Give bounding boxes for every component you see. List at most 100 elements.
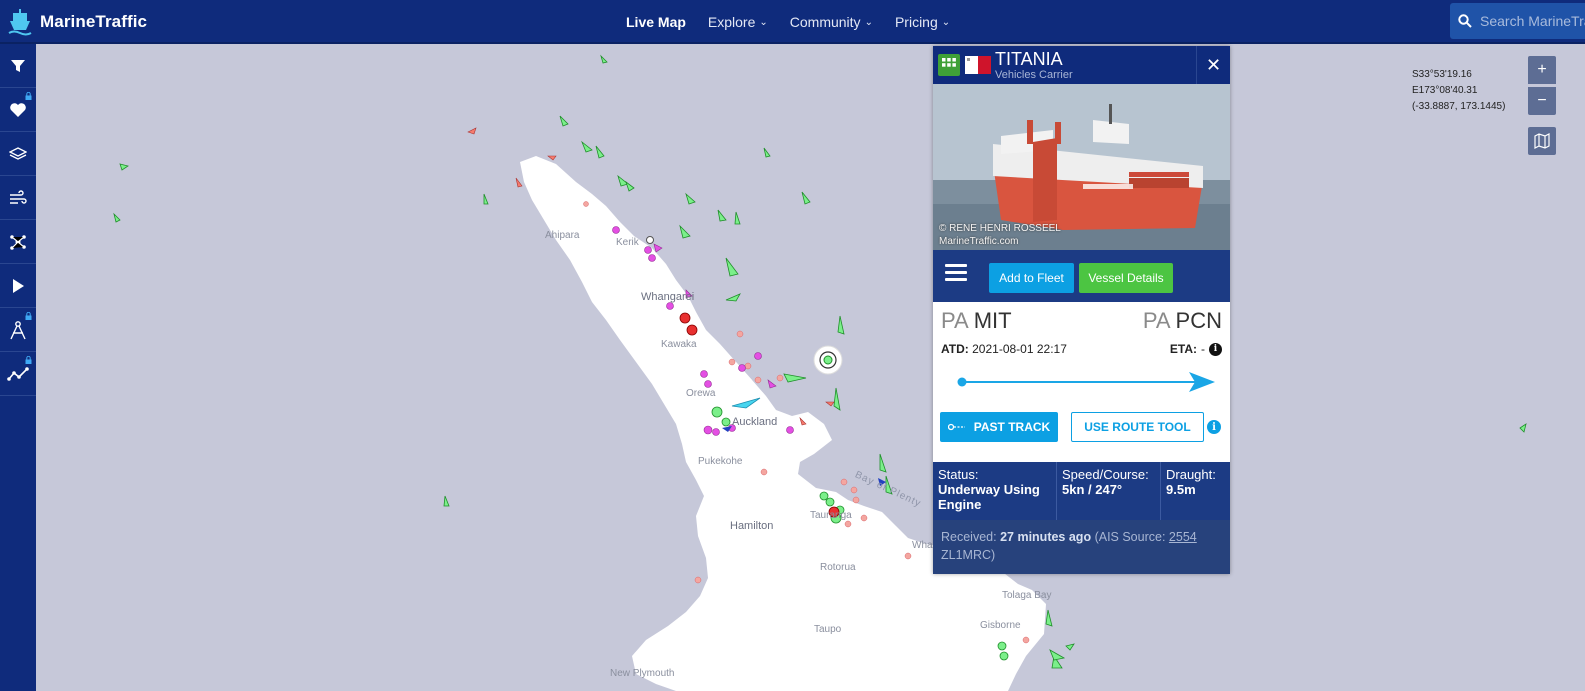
place-label: Orewa — [686, 388, 716, 399]
vessel-photo[interactable]: © RENE HENRI ROSSEEL MarineTraffic.com — [933, 84, 1230, 250]
photo-credit-site: MarineTraffic.com — [939, 236, 1019, 247]
cursor-coordinates: S33°53'19.16 E173°08'40.31 (-33.8887, 17… — [1412, 67, 1505, 115]
departure-port-code: MIT — [973, 308, 1012, 333]
place-label: New Plymouth — [610, 668, 675, 679]
sidebar-route-button[interactable] — [0, 352, 36, 396]
zoom-out-button[interactable]: − — [1528, 87, 1556, 115]
received-value: 27 minutes ago — [1000, 530, 1092, 544]
photo-credit: © RENE HENRI ROSSEEL MarineTraffic.com — [939, 222, 1061, 248]
sidebar-fleet-button[interactable] — [0, 88, 36, 132]
live-map[interactable]: Ahipara Kerik Whangarei Kawaka Orewa Auc… — [36, 44, 1585, 691]
atd-label: ATD: — [941, 342, 969, 356]
route-icon — [7, 366, 29, 381]
place-label: Tolaga Bay — [1002, 590, 1052, 601]
filter-icon — [11, 59, 25, 72]
vessel-menu-button[interactable] — [938, 54, 960, 76]
vessel-panel-header: TITANIA Vehicles Carrier ✕ — [933, 46, 1230, 84]
left-toolbar — [0, 44, 36, 691]
use-route-tool-button[interactable]: USE ROUTE TOOL — [1071, 412, 1204, 442]
draught-value: 9.5m — [1166, 482, 1196, 497]
map-type-button[interactable] — [1528, 127, 1556, 155]
speed-value: 5kn / 247° — [1062, 482, 1123, 497]
arrival-port-code: PCN — [1175, 308, 1222, 333]
chevron-down-icon: ⌄ — [759, 16, 768, 28]
vessel-name: TITANIA — [995, 49, 1063, 69]
sidebar-filter-button[interactable] — [0, 44, 36, 88]
nav-explore[interactable]: Explore ⌄ — [708, 14, 768, 30]
vessel-info-panel: TITANIA Vehicles Carrier ✕ © RENE HENRI … — [933, 46, 1230, 574]
place-label: Auckland — [732, 416, 778, 428]
vessel-type: Vehicles Carrier — [995, 69, 1073, 81]
nav-community[interactable]: Community ⌄ — [790, 14, 873, 30]
search-input[interactable] — [1480, 13, 1585, 29]
voyage-progress — [957, 372, 1215, 392]
nav-live-map-label: Live Map — [626, 14, 686, 30]
sidebar-measure-button[interactable] — [0, 308, 36, 352]
search-box — [1450, 3, 1585, 39]
measure-icon — [10, 320, 26, 339]
received-label: Received: — [941, 530, 997, 544]
map-icon — [1534, 133, 1550, 149]
draught-stat: Draught: 9.5m — [1161, 462, 1230, 520]
received-info: Received: 27 minutes ago (AIS Source: 25… — [933, 520, 1230, 574]
place-label: Whangarei — [641, 291, 695, 303]
arrival-country: PA — [1142, 308, 1171, 333]
place-label: Gisborne — [980, 620, 1021, 631]
past-track-button[interactable]: PAST TRACK — [940, 412, 1058, 442]
vessel-actions-bar: Add to Fleet Vessel Details — [933, 250, 1230, 302]
logo[interactable]: MarineTraffic — [4, 6, 147, 38]
info-icon[interactable]: i — [1209, 342, 1222, 356]
lock-icon — [25, 356, 32, 364]
zoom-in-button[interactable]: + — [1528, 56, 1556, 84]
selected-vessel-marker — [813, 345, 843, 375]
departure-country: PA — [941, 308, 969, 333]
eta-value: - — [1201, 342, 1205, 356]
nav-live-map[interactable]: Live Map — [626, 14, 686, 30]
photo-credit-line: © RENE HENRI ROSSEEL — [939, 223, 1061, 234]
coord-lon: E173°08'40.31 — [1412, 85, 1478, 96]
atd-value: 2021-08-01 22:17 — [972, 342, 1067, 356]
add-to-fleet-button[interactable]: Add to Fleet — [989, 263, 1074, 293]
speed-course-stat: Speed/Course: 5kn / 247° — [1057, 462, 1161, 520]
place-label: Rotorua — [820, 562, 856, 573]
logo-text: MarineTraffic — [40, 12, 148, 31]
lock-icon — [25, 312, 32, 320]
nav-pricing-label: Pricing — [894, 14, 938, 30]
eta-label: ETA: — [1169, 342, 1197, 356]
layers-icon — [9, 146, 27, 160]
chevron-down-icon: ⌄ — [864, 16, 873, 28]
arrival-port[interactable]: PA PCN — [1143, 308, 1222, 334]
ais-source-label: (AIS Source: — [1094, 530, 1166, 544]
draught-label: Draught: — [1166, 467, 1216, 482]
sidebar-playback-button[interactable] — [0, 264, 36, 308]
track-icon — [947, 423, 965, 431]
play-icon — [13, 278, 24, 293]
menu-line — [945, 264, 967, 267]
nav-explore-label: Explore — [707, 14, 756, 30]
ais-source-name: ZL1MRC) — [941, 548, 996, 562]
hamburger-menu-button[interactable] — [945, 264, 967, 286]
place-label: Kerik — [616, 237, 639, 248]
heart-icon — [10, 102, 26, 117]
map-land — [113, 54, 1527, 691]
speed-label: Speed/Course: — [1062, 467, 1149, 482]
sidebar-layers-button[interactable] — [0, 132, 36, 176]
wind-icon — [10, 189, 27, 204]
route-info-icon[interactable]: i — [1207, 420, 1221, 434]
malta-flag-icon — [965, 56, 991, 74]
status-stat: Status: Underway Using Engine — [933, 462, 1057, 520]
ship-logo-icon — [8, 9, 32, 36]
sidebar-density-button[interactable] — [0, 220, 36, 264]
sidebar-weather-button[interactable] — [0, 176, 36, 220]
ais-source-link[interactable]: 2554 — [1169, 530, 1197, 544]
status-value: Underway Using Engine — [938, 482, 1040, 512]
search-icon — [1458, 14, 1472, 28]
vessel-details-button[interactable]: Vessel Details — [1079, 263, 1173, 293]
place-label: Taupo — [814, 624, 842, 635]
departure-port[interactable]: PA MIT — [941, 308, 1012, 334]
close-button[interactable]: ✕ — [1196, 46, 1230, 84]
main-nav: Live Map Explore ⌄ Community ⌄ Pricing ⌄ — [626, 0, 950, 44]
eta-row: ETA: - i — [1170, 342, 1222, 356]
coord-decimal: (-33.8887, 173.1445) — [1412, 101, 1506, 112]
nav-pricing[interactable]: Pricing ⌄ — [895, 14, 950, 30]
